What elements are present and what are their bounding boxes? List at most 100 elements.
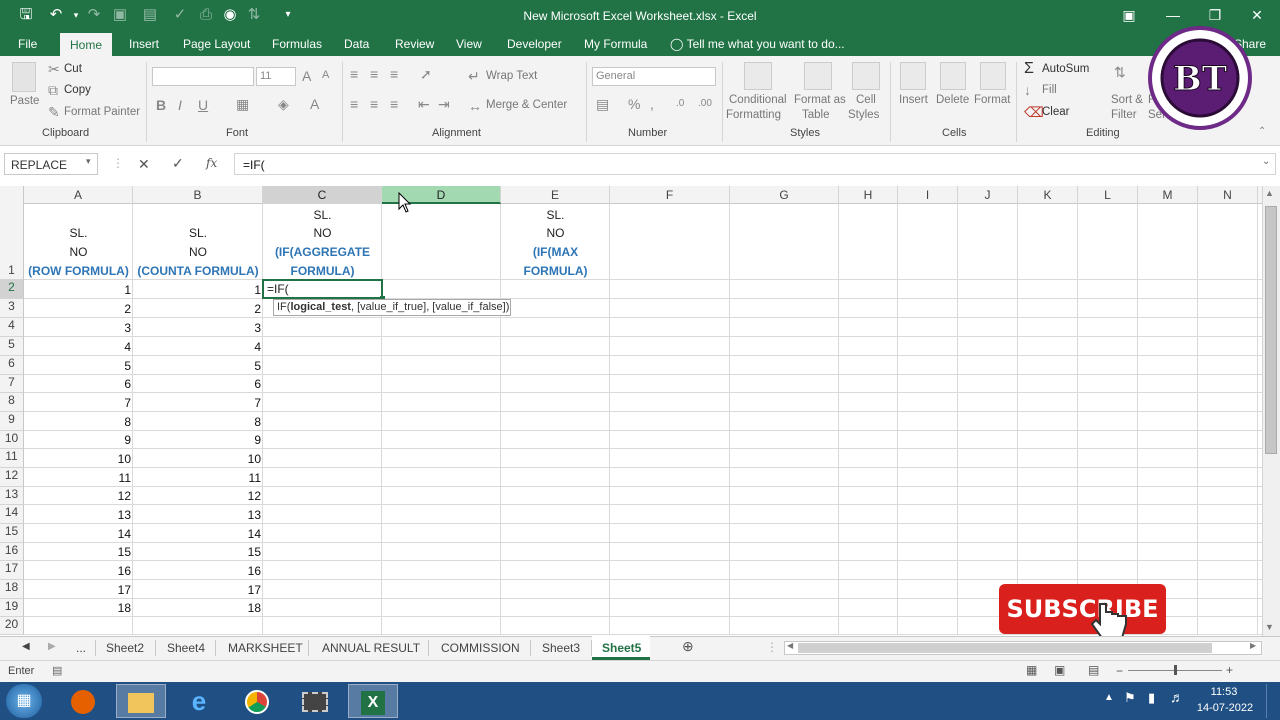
expand-formula-bar-icon[interactable]: ⌄ <box>1262 156 1270 167</box>
customize-qat-icon[interactable]: ▾ <box>278 5 298 25</box>
clear-button[interactable]: Clear <box>1042 106 1069 118</box>
bold-icon[interactable]: B <box>156 97 166 113</box>
paste-button[interactable]: Paste <box>10 95 39 107</box>
show-desktop-button[interactable] <box>1266 684 1276 718</box>
format-painter-button[interactable]: Format Painter <box>64 106 140 118</box>
tab-view[interactable]: View <box>456 37 482 51</box>
cell-a[interactable]: 12 <box>24 489 133 503</box>
cell-b[interactable]: 5 <box>133 359 263 373</box>
cut-button[interactable]: Cut <box>64 63 82 75</box>
cell-a[interactable]: 9 <box>24 433 133 447</box>
cell-a[interactable]: 18 <box>24 601 133 615</box>
action-center-icon[interactable]: ⚑ <box>1124 690 1136 706</box>
row-header-11[interactable]: 11 <box>0 449 24 468</box>
cell-a[interactable]: 13 <box>24 508 133 522</box>
redo-icon[interactable]: ↷ <box>84 5 104 25</box>
insert-cells-button[interactable]: Insert <box>899 94 928 106</box>
clock-time[interactable]: 11:53 <box>1202 686 1246 698</box>
cell-a[interactable]: 17 <box>24 583 133 597</box>
start-button-icon[interactable]: ▦ <box>6 684 42 718</box>
align-middle-icon[interactable]: ≡ <box>370 66 378 82</box>
decrease-indent-icon[interactable]: ⇤ <box>418 96 430 113</box>
font-color-icon[interactable]: A <box>310 96 319 112</box>
scroll-up-icon[interactable]: ▲ <box>1265 188 1274 198</box>
column-header-e[interactable]: E <box>501 186 610 204</box>
fill-color-icon[interactable]: ◈ <box>278 96 289 113</box>
tab-file[interactable]: File <box>18 37 37 51</box>
decrease-font-icon[interactable]: A <box>322 69 329 81</box>
ribbon-display-icon[interactable]: ▣ <box>1116 5 1142 25</box>
autosum-button[interactable]: AutoSum <box>1042 63 1089 75</box>
column-header-f[interactable]: F <box>610 186 730 204</box>
column-header-l[interactable]: L <box>1078 186 1138 204</box>
decrease-decimal-icon[interactable]: .00 <box>698 98 712 109</box>
cell-b[interactable]: 9 <box>133 433 263 447</box>
cell-b[interactable]: 4 <box>133 340 263 354</box>
row-header-4[interactable]: 4 <box>0 318 24 337</box>
row-header-7[interactable]: 7 <box>0 375 24 393</box>
cell-a[interactable]: 15 <box>24 545 133 559</box>
cell-a[interactable]: 10 <box>24 452 133 466</box>
column-header-a[interactable]: A <box>24 186 133 204</box>
active-cell-c2[interactable]: =IF( <box>262 279 383 299</box>
sheet-tab-more[interactable]: ... <box>76 641 86 655</box>
chrome-icon[interactable] <box>232 684 282 718</box>
copy-button[interactable]: Copy <box>64 84 91 96</box>
cell-styles-button[interactable]: Cell <box>856 94 876 106</box>
volume-icon[interactable]: ♬ <box>1170 689 1184 705</box>
scroll-down-icon[interactable]: ▼ <box>1265 622 1274 632</box>
close-icon[interactable]: ✕ <box>1244 5 1270 25</box>
row-header-13[interactable]: 13 <box>0 487 24 505</box>
row-header-17[interactable]: 17 <box>0 561 24 580</box>
align-bottom-icon[interactable]: ≡ <box>390 66 398 82</box>
print-icon[interactable]: ⎙ <box>196 5 216 25</box>
font-name-box[interactable] <box>152 67 254 86</box>
cell-a[interactable]: 2 <box>24 302 133 316</box>
row-header-19[interactable]: 19 <box>0 599 24 617</box>
next-sheet-icon[interactable]: ▶ <box>48 641 56 652</box>
column-header-n[interactable]: N <box>1198 186 1258 204</box>
macro-record-icon[interactable]: ▤ <box>52 664 62 677</box>
row-header-15[interactable]: 15 <box>0 524 24 543</box>
name-box[interactable]: REPLACE <box>4 153 98 175</box>
orientation-icon[interactable]: ➚ <box>420 66 432 83</box>
align-left-icon[interactable]: ≡ <box>350 96 358 112</box>
prev-sheet-icon[interactable]: ◀ <box>22 641 30 652</box>
sheet-tab-sheet2[interactable]: Sheet2 <box>106 641 144 655</box>
tooltip-fn[interactable]: IF( <box>277 301 290 313</box>
network-icon[interactable]: ▮ <box>1148 690 1155 706</box>
tooltip-arg-logical-test[interactable]: logical_test <box>290 301 351 313</box>
cell-b[interactable]: 11 <box>133 471 263 485</box>
normal-view-icon[interactable]: ▦ <box>1026 663 1037 677</box>
row-header-14[interactable]: 14 <box>0 505 24 524</box>
cell-a[interactable]: 6 <box>24 377 133 391</box>
undo-dropdown-icon[interactable]: ▾ <box>66 5 86 25</box>
underline-icon[interactable]: U <box>198 97 208 113</box>
cell-a[interactable]: 14 <box>24 527 133 541</box>
sheet-tab-annual-result[interactable]: ANNUAL RESULT <box>322 641 420 655</box>
save-icon[interactable]: 🖫 <box>16 5 36 25</box>
column-header-i[interactable]: I <box>898 186 958 204</box>
cell-b[interactable]: 7 <box>133 396 263 410</box>
comma-icon[interactable]: , <box>650 96 654 112</box>
excel-taskbar-icon[interactable]: X <box>348 684 398 718</box>
clock-date[interactable]: 14-07-2022 <box>1196 702 1254 714</box>
firefox-icon[interactable] <box>58 684 108 718</box>
sheet-tab-commission[interactable]: COMMISSION <box>441 641 520 655</box>
scroll-right-icon[interactable]: ▶ <box>1250 641 1256 650</box>
subscribe-button[interactable]: SUBSCRIBE <box>999 584 1166 634</box>
cell-b[interactable]: 8 <box>133 415 263 429</box>
wrap-text-button[interactable]: Wrap Text <box>486 70 537 82</box>
cell-b[interactable]: 12 <box>133 489 263 503</box>
internet-explorer-icon[interactable]: e <box>174 684 224 718</box>
cell-b[interactable]: 18 <box>133 601 263 615</box>
cell-b[interactable]: 17 <box>133 583 263 597</box>
italic-icon[interactable]: I <box>178 97 182 113</box>
row-header-3[interactable]: 3 <box>0 299 24 318</box>
sheet-tab-marksheet[interactable]: MARKSHEET <box>228 641 303 655</box>
confirm-entry-icon[interactable]: ✓ <box>172 155 184 172</box>
column-header-k[interactable]: K <box>1018 186 1078 204</box>
increase-decimal-icon[interactable]: .0 <box>676 98 684 109</box>
cell-a[interactable]: 8 <box>24 415 133 429</box>
format-cells-button[interactable]: Format <box>974 94 1010 106</box>
